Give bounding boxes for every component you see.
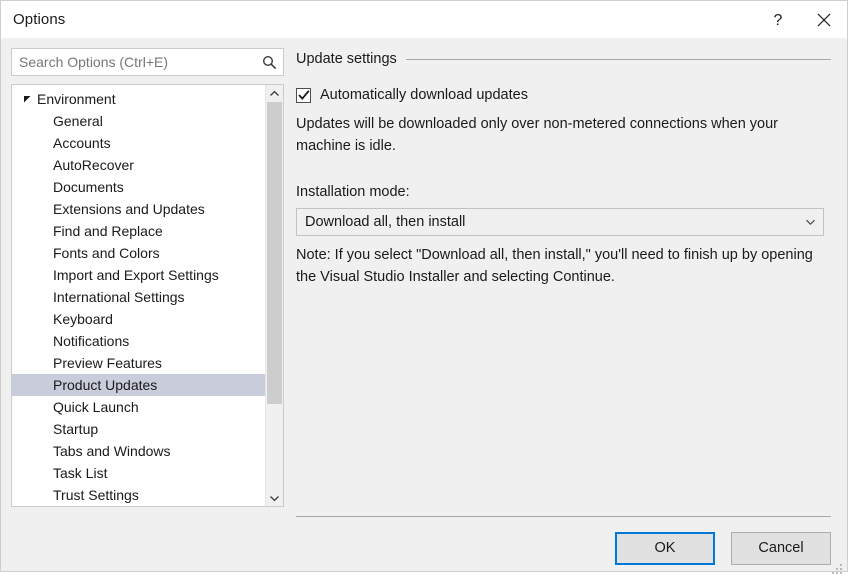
search-input[interactable] [12, 49, 283, 75]
tree-item-find-and-replace[interactable]: Find and Replace [12, 220, 265, 242]
tree-item-label: Keyboard [53, 311, 113, 327]
tree-node-environment[interactable]: Environment [12, 88, 265, 110]
tree-item-trust-settings[interactable]: Trust Settings [12, 484, 265, 506]
tree-item-general[interactable]: General [12, 110, 265, 132]
tree-item-extensions-and-updates[interactable]: Extensions and Updates [12, 198, 265, 220]
tree-item-label: Preview Features [53, 355, 162, 371]
tree-item-label: Import and Export Settings [53, 267, 219, 283]
options-tree-list: Environment General Accounts AutoRecover… [12, 85, 265, 506]
scroll-down-button[interactable] [266, 489, 283, 506]
question-mark-icon: ? [770, 11, 786, 29]
title-bar: Options ? [1, 1, 847, 39]
search-icon [261, 54, 277, 70]
window-title: Options [13, 11, 66, 28]
tree-vertical-scrollbar[interactable] [265, 85, 283, 506]
tree-item-label: Extensions and Updates [53, 201, 205, 217]
tree-item-label: Notifications [53, 333, 130, 349]
dialog-button-bar: OK Cancel [1, 517, 847, 579]
checkmark-icon [297, 89, 309, 100]
chevron-up-icon [269, 85, 280, 103]
tree-item-keyboard[interactable]: Keyboard [12, 308, 265, 330]
scrollbar-thumb[interactable] [267, 102, 282, 404]
auto-download-updates-label: Automatically download updates [320, 87, 528, 103]
search-box[interactable] [11, 48, 284, 76]
close-button[interactable] [801, 1, 847, 38]
title-bar-buttons: ? [755, 1, 847, 38]
expander-triangle-icon[interactable] [20, 95, 34, 104]
resize-grip-icon[interactable] [831, 563, 844, 576]
svg-text:?: ? [774, 12, 783, 29]
help-button[interactable]: ? [755, 1, 801, 38]
chevron-down-icon [797, 218, 823, 226]
tree-item-label: Documents [53, 179, 124, 195]
options-tree: Environment General Accounts AutoRecover… [11, 84, 284, 507]
tree-item-label: International Settings [53, 289, 185, 305]
update-description-text: Updates will be downloaded only over non… [296, 116, 779, 154]
tree-item-label: Trust Settings [53, 487, 139, 503]
tree-item-product-updates[interactable]: Product Updates [12, 374, 265, 396]
tree-item-label: AutoRecover [53, 157, 134, 173]
tree-item-label: Find and Replace [53, 223, 163, 239]
installation-mode-dropdown[interactable]: Download all, then install [296, 208, 824, 236]
tree-item-import-and-export-settings[interactable]: Import and Export Settings [12, 264, 265, 286]
auto-download-updates-row[interactable]: Automatically download updates [296, 87, 831, 103]
ok-button[interactable]: OK [615, 531, 715, 565]
tree-item-notifications[interactable]: Notifications [12, 330, 265, 352]
tree-item-label: Fonts and Colors [53, 245, 160, 261]
update-settings-group-header: Update settings [296, 51, 831, 67]
cancel-button[interactable]: Cancel [731, 531, 831, 565]
tree-item-label: Task List [53, 465, 108, 481]
tree-node-label: Environment [37, 91, 116, 107]
tree-item-label: Tabs and Windows [53, 443, 171, 459]
options-dialog: Options ? Search Options (Ctrl+E) Enviro… [0, 0, 848, 574]
tree-item-fonts-and-colors[interactable]: Fonts and Colors [12, 242, 265, 264]
navigation-pane: Environment General Accounts AutoRecover… [1, 39, 284, 517]
installation-mode-label: Installation mode: [296, 184, 410, 200]
tree-item-accounts[interactable]: Accounts [12, 132, 265, 154]
installation-mode-note: Note: If you select "Download all, then … [296, 247, 813, 285]
dialog-content: Environment General Accounts AutoRecover… [1, 39, 847, 517]
tree-item-label: Accounts [53, 135, 111, 151]
chevron-down-icon [269, 489, 280, 507]
tree-item-quick-launch[interactable]: Quick Launch [12, 396, 265, 418]
auto-download-updates-checkbox[interactable] [296, 87, 311, 103]
tree-item-startup[interactable]: Startup [12, 418, 265, 440]
tree-item-preview-features[interactable]: Preview Features [12, 352, 265, 374]
tree-item-tabs-and-windows[interactable]: Tabs and Windows [12, 440, 265, 462]
settings-pane: Update settings Automatically download u… [284, 39, 847, 517]
tree-item-international-settings[interactable]: International Settings [12, 286, 265, 308]
installation-mode-value: Download all, then install [305, 214, 466, 230]
tree-item-autorecover[interactable]: AutoRecover [12, 154, 265, 176]
scrollbar-track[interactable] [266, 102, 283, 489]
tree-item-task-list[interactable]: Task List [12, 462, 265, 484]
scroll-up-button[interactable] [266, 85, 283, 102]
close-icon [817, 13, 831, 27]
group-header-rule [405, 58, 831, 60]
tree-item-documents[interactable]: Documents [12, 176, 265, 198]
tree-item-label: General [53, 113, 103, 129]
group-title: Update settings [296, 51, 397, 67]
tree-item-label: Quick Launch [53, 399, 139, 415]
tree-item-label: Product Updates [53, 377, 158, 393]
tree-item-label: Startup [53, 421, 99, 437]
